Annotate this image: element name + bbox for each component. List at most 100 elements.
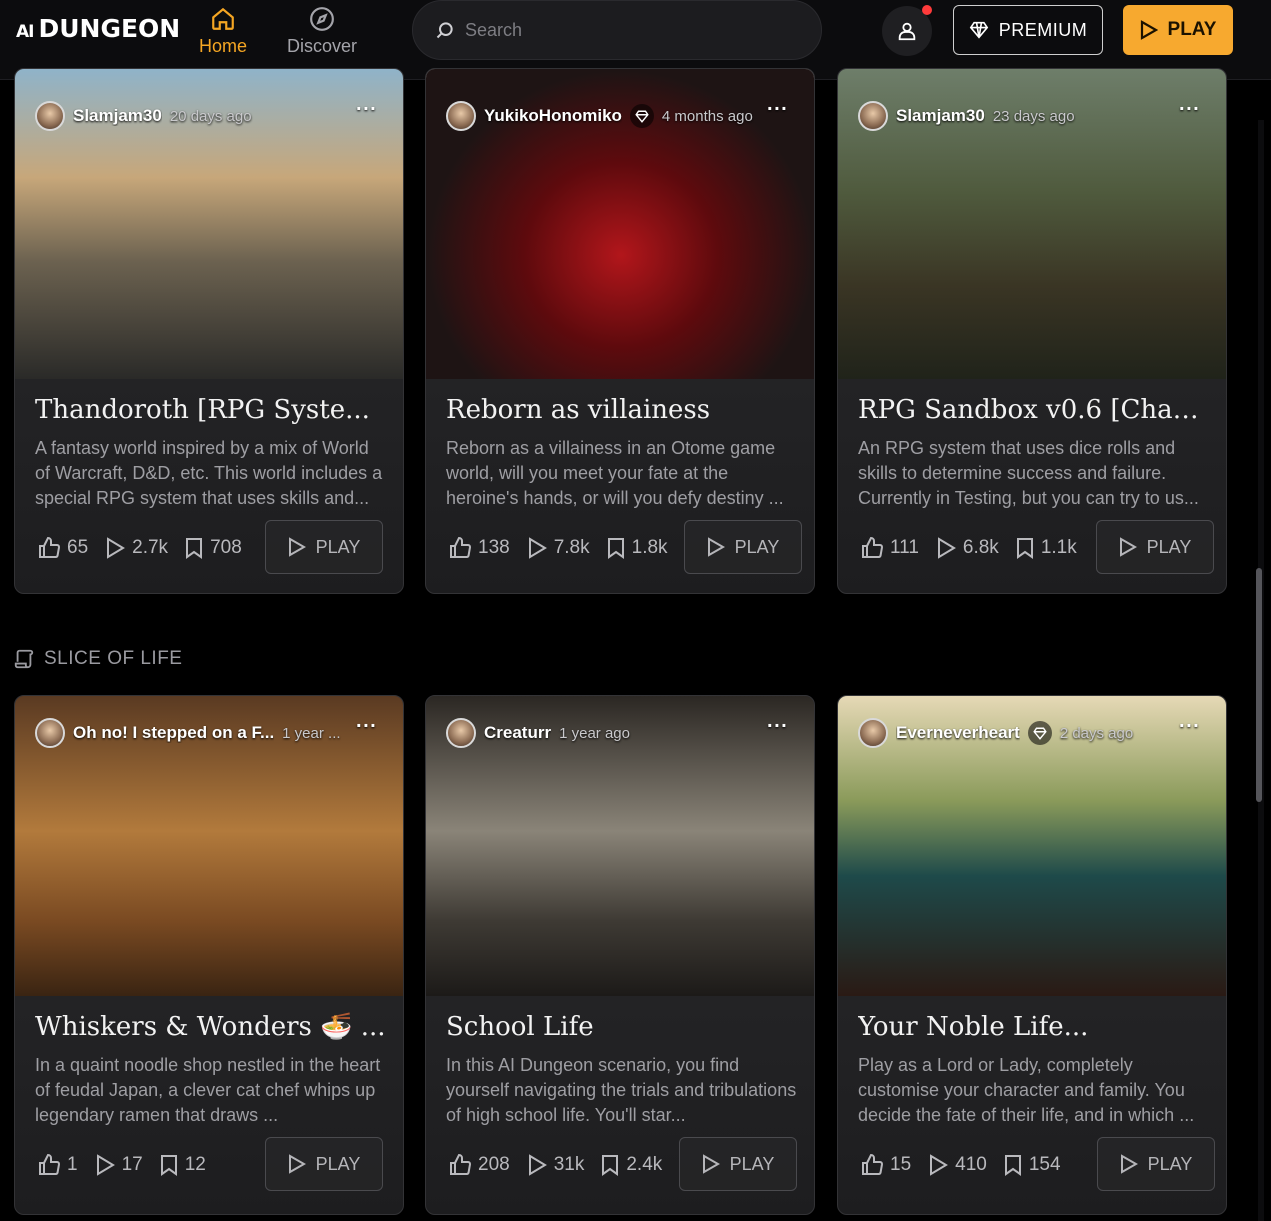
posted-time: 1 year ago [559,724,630,742]
play-label: PLAY [1167,19,1217,40]
author-avatar[interactable] [446,718,476,748]
story-title[interactable]: Whiskers & Wonders 🍜 ... [35,1012,387,1042]
like-stat[interactable]: 208 [448,1153,510,1177]
story-description: In this AI Dungeon scenario, you find yo… [446,1055,797,1125]
save-stat[interactable]: 154 [1003,1154,1061,1176]
story-author-meta: Creaturr 1 year ago [446,718,630,748]
author-avatar[interactable] [446,101,476,131]
author-avatar[interactable] [858,101,888,131]
save-count: 12 [184,1154,206,1175]
card-play-button[interactable]: PLAY [684,520,802,574]
more-options-icon[interactable]: ··· [356,716,377,735]
story-stats: 15 410 154 [860,1153,1061,1177]
save-stat[interactable]: 1.1k [1015,537,1077,559]
bookmark-icon [186,538,203,559]
play-icon [288,537,306,557]
posted-time: 23 days ago [992,107,1075,125]
diamond-icon [969,21,988,39]
author-avatar[interactable] [35,101,65,131]
tab-home[interactable]: Home [184,0,262,79]
like-stat[interactable]: 138 [448,536,510,560]
scroll-icon [14,649,34,669]
story-author-meta: Slamjam30 23 days ago [858,101,1075,131]
play-icon [1140,20,1158,40]
author-avatar[interactable] [35,718,65,748]
story-title[interactable]: Reborn as villainess [446,395,798,425]
story-card[interactable]: Oh no! I stepped on a F... 1 year ... ··… [14,695,404,1215]
more-options-icon[interactable]: ··· [767,716,788,735]
play-outline-icon [107,537,126,559]
story-title[interactable]: RPG Sandbox v0.6 [Chap... [858,395,1210,425]
bookmark-icon [607,538,624,559]
play-icon [707,537,725,557]
card-play-button[interactable]: PLAY [1097,1137,1215,1191]
save-stat[interactable]: 708 [184,537,242,559]
play-icon [1120,1154,1138,1174]
story-card[interactable]: Creaturr 1 year ago ··· School Life In t… [425,695,815,1215]
like-count: 15 [890,1154,912,1175]
bookmark-icon [1016,538,1033,559]
more-options-icon[interactable]: ··· [1179,716,1200,735]
author-name[interactable]: Oh no! I stepped on a F... [73,723,274,743]
play-count-stat: 2.7k [104,537,168,559]
story-stats: 208 31k 2.4k [448,1153,662,1177]
posted-time: 20 days ago [169,107,252,125]
play-count: 7.8k [553,537,590,558]
premium-label: PREMIUM [998,19,1088,40]
play-button[interactable]: PLAY [1123,5,1233,55]
notification-dot [922,5,932,15]
like-count: 65 [67,537,89,558]
story-card[interactable]: Slamjam30 23 days ago ··· RPG Sandbox v0… [837,68,1227,594]
more-options-icon[interactable]: ··· [1179,99,1200,118]
bookmark-icon [1004,1155,1021,1176]
card-play-label: PLAY [1146,536,1192,557]
posted-time: 2 days ago [1059,724,1134,742]
author-name[interactable]: YukikoHonomiko [484,106,622,126]
tab-discover-label: Discover [286,36,357,56]
save-count: 1.1k [1040,537,1077,558]
like-count: 208 [478,1154,510,1175]
save-stat[interactable]: 2.4k [600,1154,662,1176]
ai-dungeon-logo[interactable]: AI DUNGEON [16,14,180,43]
play-outline-icon [930,1154,949,1176]
more-options-icon[interactable]: ··· [767,99,788,118]
author-name[interactable]: Creaturr [484,723,551,743]
card-play-label: PLAY [315,536,361,557]
story-card[interactable]: YukikoHonomiko 4 months ago ··· Reborn a… [425,68,815,594]
card-play-label: PLAY [729,1153,775,1174]
story-title[interactable]: Thandoroth [RPG Syste... [35,395,387,425]
author-name[interactable]: Slamjam30 [73,106,162,126]
thumbs-up-icon [39,536,60,558]
like-stat[interactable]: 15 [860,1153,911,1177]
verified-diamond-icon [629,104,654,128]
author-avatar[interactable] [858,718,888,748]
card-play-button[interactable]: PLAY [265,1137,383,1191]
scrollbar-thumb[interactable] [1256,568,1262,802]
story-title[interactable]: School Life [446,1012,798,1042]
tab-discover[interactable]: Discover [284,0,360,78]
save-count: 154 [1028,1154,1061,1175]
story-card[interactable]: Slamjam30 20 days ago ··· Thandoroth [RP… [14,68,404,594]
story-description: A fantasy world inspired by a mix of Wor… [35,438,383,508]
more-options-icon[interactable]: ··· [356,99,377,118]
story-title[interactable]: Your Noble Life... [858,1012,1210,1042]
like-stat[interactable]: 65 [37,536,88,560]
search-input[interactable]: Search [412,0,822,60]
story-description: Reborn as a villainess in an Otome game … [446,438,784,508]
author-name[interactable]: Everneverheart [896,723,1020,743]
story-card[interactable]: Everneverheart 2 days ago ··· Your Noble… [837,695,1227,1215]
save-count: 2.4k [626,1154,663,1175]
card-play-button[interactable]: PLAY [265,520,383,574]
card-play-button[interactable]: PLAY [1096,520,1214,574]
story-stats: 111 6.8k 1.1k [860,536,1077,560]
like-stat[interactable]: 111 [860,536,919,560]
story-author-meta: Oh no! I stepped on a F... 1 year ... [35,718,341,748]
save-stat[interactable]: 1.8k [606,537,668,559]
card-play-button[interactable]: PLAY [679,1137,797,1191]
play-count: 31k [553,1154,585,1175]
author-name[interactable]: Slamjam30 [896,106,985,126]
premium-button[interactable]: PREMIUM [953,5,1103,55]
like-stat[interactable]: 1 [37,1153,78,1177]
save-stat[interactable]: 12 [159,1154,206,1176]
like-count: 138 [478,537,510,558]
